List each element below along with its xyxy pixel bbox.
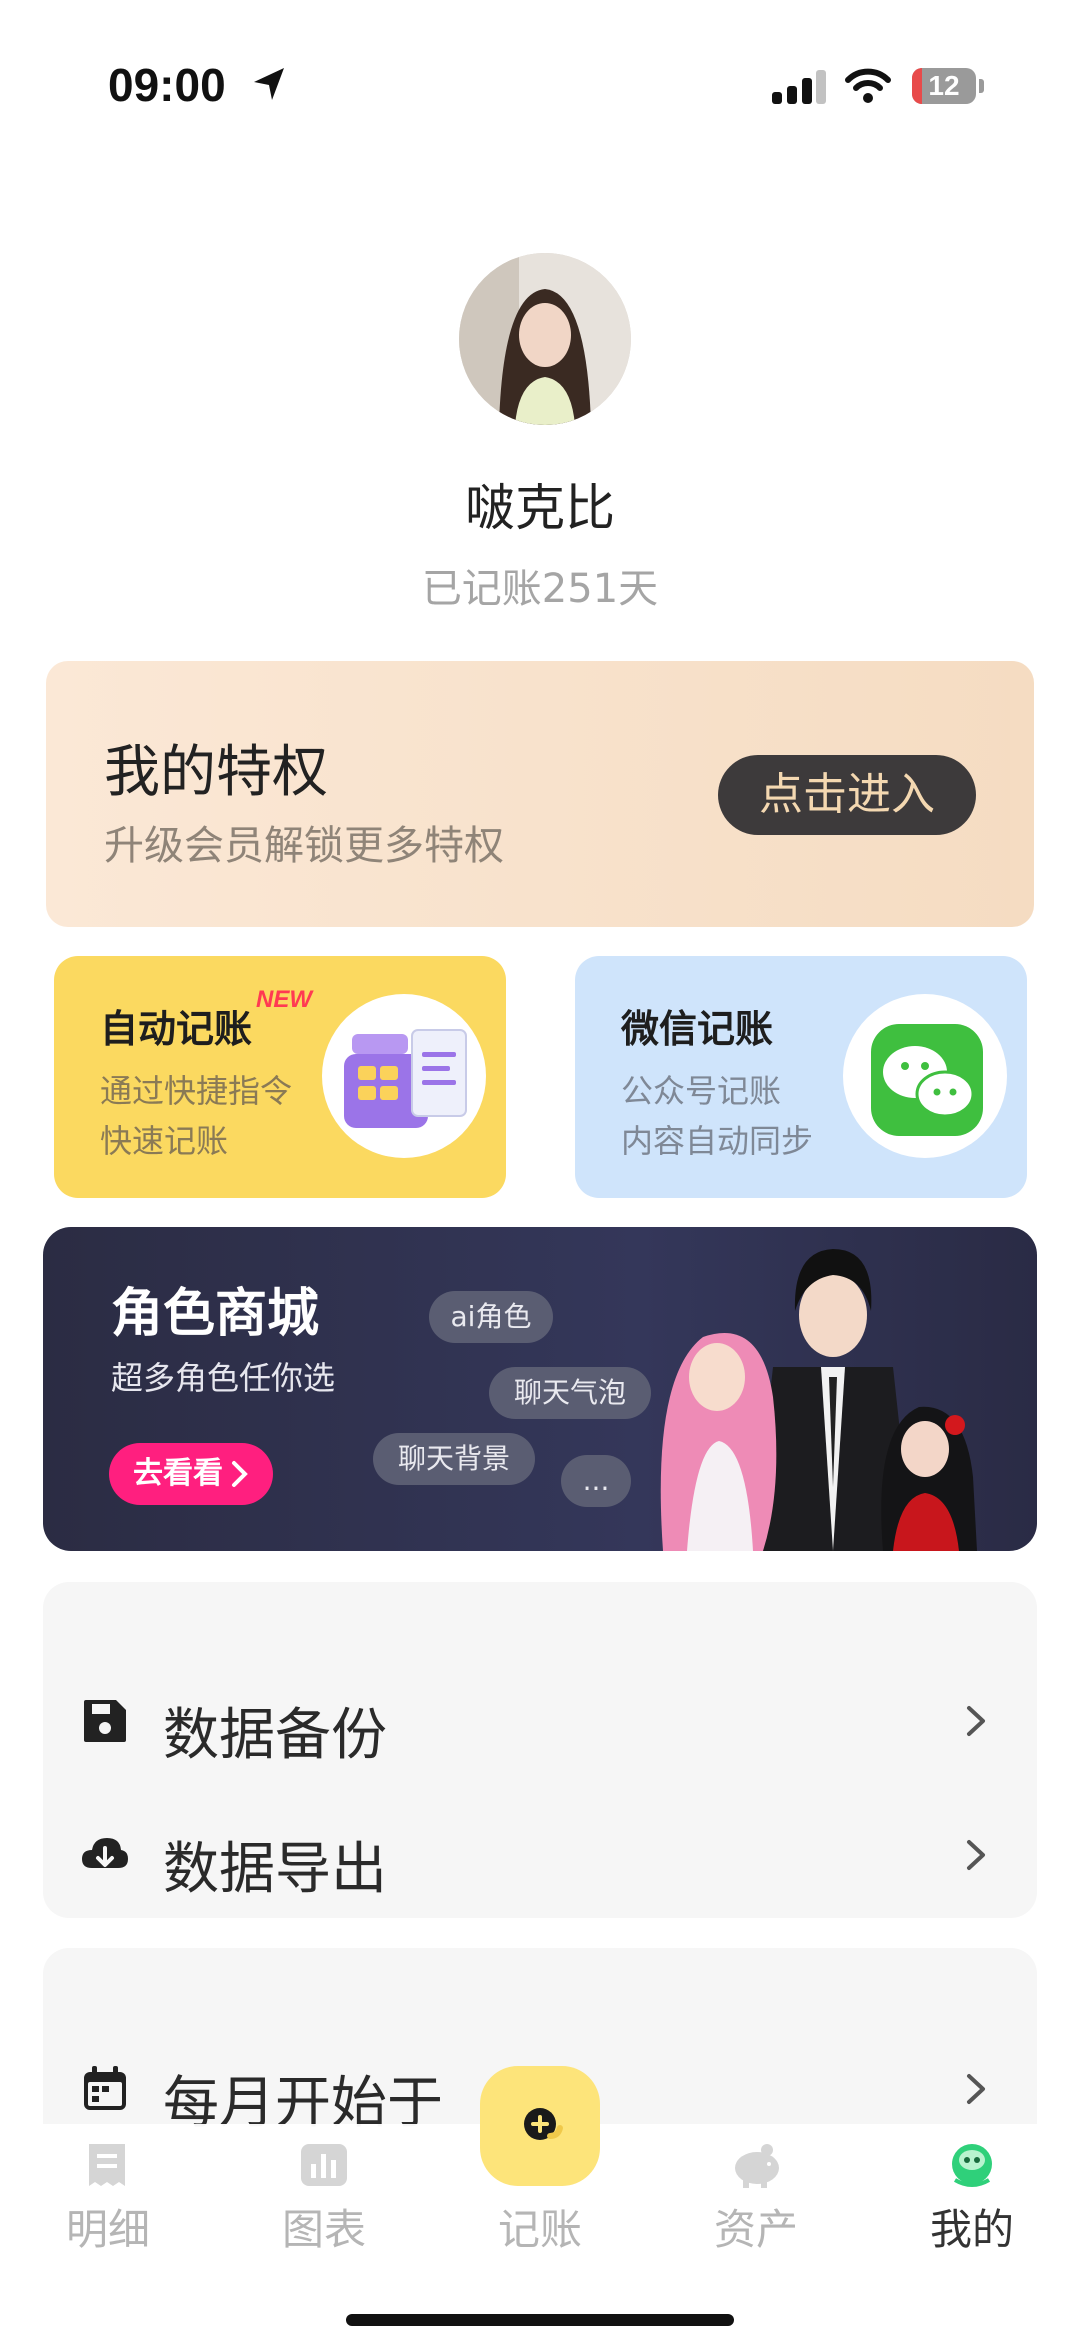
wechat-icon <box>843 994 1007 1158</box>
tag-chat-background: 聊天背景 <box>373 1433 535 1485</box>
privilege-subtitle: 升级会员解锁更多特权 <box>104 823 504 869</box>
tag-more: ... <box>561 1455 631 1507</box>
wechat-bookkeeping-title: 微信记账 <box>621 1007 774 1051</box>
role-store-banner[interactable]: 角色商城 超多角色任你选 去看看 ai角色 聊天气泡 聊天背景 ... <box>43 1227 1037 1551</box>
wifi-icon <box>845 68 891 103</box>
add-record-button[interactable] <box>480 2066 600 2186</box>
chevron-right-icon <box>967 1840 985 1870</box>
battery-tip <box>979 79 984 93</box>
cloud-download-icon <box>82 1838 128 1868</box>
status-time: 09:00 <box>108 59 226 111</box>
new-badge: NEW <box>256 986 312 1013</box>
menu-item-data-backup[interactable]: 数据备份 <box>43 1676 1037 1768</box>
receipt-icon <box>89 2144 125 2186</box>
go-see-label: 去看看 <box>133 1456 223 1491</box>
tab-label-assets: 资产 <box>713 2205 798 2254</box>
chevron-right-icon <box>967 2074 985 2104</box>
piggy-bank-icon <box>735 2144 779 2188</box>
chart-icon <box>301 2144 347 2186</box>
signal-icon <box>772 70 826 104</box>
privilege-title: 我的特权 <box>104 740 328 805</box>
auto-bookkeeping-desc: 通过快捷指令 快速记账 <box>100 1066 292 1166</box>
tab-label-charts: 图表 <box>281 2205 366 2254</box>
tag-chat-bubble: 聊天气泡 <box>489 1367 651 1419</box>
wechat-desc-line1: 公众号记账 <box>621 1072 782 1110</box>
data-menu-card: 数据备份 数据导出 <box>43 1582 1037 1918</box>
chevron-right-icon <box>232 1461 248 1487</box>
wechat-desc-line2: 内容自动同步 <box>621 1122 814 1160</box>
menu-item-data-export[interactable]: 数据导出 <box>43 1810 1037 1902</box>
profile-icon <box>952 2144 992 2187</box>
avatar[interactable] <box>459 253 631 425</box>
role-store-subtitle: 超多角色任你选 <box>111 1359 336 1397</box>
tab-label-mine: 我的 <box>929 2205 1014 2254</box>
tab-label-details: 明细 <box>65 2205 150 2254</box>
privilege-card[interactable]: 我的特权 升级会员解锁更多特权 点击进入 <box>46 661 1034 927</box>
calendar-icon <box>84 2066 126 2110</box>
bookkeeping-days: 已记账251天 <box>421 566 659 612</box>
go-see-button[interactable]: 去看看 <box>109 1443 273 1505</box>
auto-desc-line1: 通过快捷指令 <box>100 1072 293 1110</box>
menu-label-data-export: 数据导出 <box>163 1837 387 1902</box>
add-icon <box>524 2108 563 2140</box>
battery-indicator: 12 <box>912 68 976 104</box>
chevron-right-icon <box>967 1706 985 1736</box>
auto-bookkeeping-card[interactable]: 自动记账 NEW 通过快捷指令 快速记账 <box>54 956 506 1198</box>
floppy-disk-icon <box>84 1700 126 1742</box>
wechat-bookkeeping-desc: 公众号记账 内容自动同步 <box>621 1066 813 1166</box>
tag-ai-role: ai角色 <box>429 1291 553 1343</box>
role-store-title: 角色商城 <box>111 1284 320 1344</box>
menu-label-data-backup: 数据备份 <box>163 1703 387 1768</box>
privilege-enter-button[interactable]: 点击进入 <box>718 755 976 835</box>
username: 啵克比 <box>465 479 615 537</box>
tab-label-add[interactable]: 记账 <box>470 2196 610 2257</box>
home-indicator[interactable] <box>346 2314 734 2326</box>
wechat-bookkeeping-card[interactable]: 微信记账 公众号记账 内容自动同步 <box>575 956 1027 1198</box>
cash-register-icon <box>322 994 486 1158</box>
location-arrow-icon <box>254 68 284 100</box>
characters-illustration <box>660 1249 977 1551</box>
auto-desc-line2: 快速记账 <box>100 1122 229 1160</box>
auto-bookkeeping-title: 自动记账 <box>100 1007 253 1051</box>
